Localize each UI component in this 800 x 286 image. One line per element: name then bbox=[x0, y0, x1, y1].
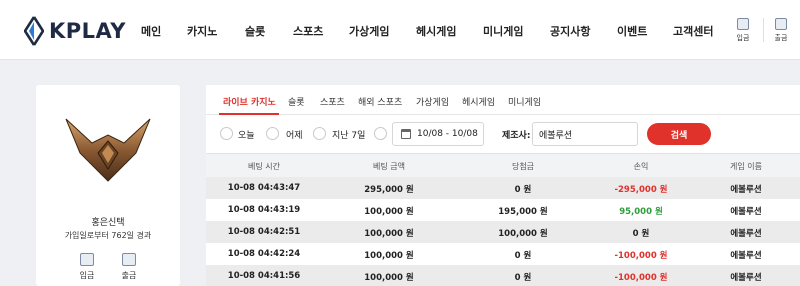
table-header: 베팅 시간 베팅 금액 당첨금 손익 게임 이름 bbox=[206, 153, 800, 177]
cell-bet-time: 10-08 04:43:47 bbox=[227, 183, 301, 193]
cell-game-name: 에볼루션 bbox=[730, 185, 762, 195]
nav-item-casino[interactable]: 카지노 bbox=[187, 23, 217, 39]
profile-withdraw-button[interactable]: 출금 bbox=[116, 253, 142, 281]
cell-profit-loss: 95,000 원 bbox=[619, 207, 663, 217]
cell-winnings: 0 원 bbox=[514, 185, 532, 195]
radio-yesterday-label: 어제 bbox=[286, 131, 303, 141]
date-range-value: 10/08 - 10/08 bbox=[417, 129, 478, 139]
wallet-icon bbox=[737, 18, 749, 30]
table-row: 10-08 04:43:19 100,000 원 195,000 원 95,00… bbox=[206, 199, 800, 221]
nav-item-event[interactable]: 이벤트 bbox=[617, 23, 647, 39]
tab-live-casino[interactable]: 라이브 카지노 bbox=[223, 95, 276, 108]
profile-deposit-label: 입금 bbox=[79, 271, 95, 280]
tab-hash[interactable]: 헤시게임 bbox=[462, 95, 495, 108]
radio-today[interactable] bbox=[220, 127, 233, 140]
table-row: 10-08 04:41:56 100,000 원 0 원 -100,000 원 … bbox=[206, 265, 800, 286]
bet-history-table: 베팅 시간 베팅 금액 당첨금 손익 게임 이름 10-08 04:43:47 … bbox=[206, 153, 800, 286]
radio-yesterday[interactable] bbox=[266, 127, 279, 140]
filter-bar: 오늘 어제 지난 7일 10/08 - 10/08 제조사: 검색 bbox=[206, 115, 800, 153]
cell-profit-loss: -100,000 원 bbox=[614, 251, 668, 261]
cell-bet-amount: 100,000 원 bbox=[364, 207, 414, 217]
table-row: 10-08 04:42:24 100,000 원 0 원 -100,000 원 … bbox=[206, 243, 800, 265]
header-withdraw-button[interactable]: 출금 bbox=[768, 18, 794, 43]
profile-nickname: 홍은신택 bbox=[91, 218, 125, 228]
nav-item-mini[interactable]: 미니게임 bbox=[483, 23, 523, 39]
tab-overseas-sports[interactable]: 해외 스포츠 bbox=[358, 95, 402, 108]
nav-item-notice[interactable]: 공지사항 bbox=[550, 23, 590, 39]
nav-item-virtual[interactable]: 가상게임 bbox=[349, 23, 389, 39]
cell-profit-loss: -295,000 원 bbox=[614, 185, 668, 195]
date-range-picker[interactable]: 10/08 - 10/08 bbox=[392, 122, 484, 146]
search-button[interactable]: 검색 bbox=[647, 123, 711, 145]
cell-game-name: 에볼루션 bbox=[730, 273, 762, 283]
cell-bet-time: 10-08 04:42:24 bbox=[227, 249, 301, 259]
table-row: 10-08 04:43:47 295,000 원 0 원 -295,000 원 … bbox=[206, 177, 800, 199]
top-header: KPLAY 메인 카지노 슬롯 스포츠 가상게임 헤시게임 미니게임 공지사항 … bbox=[0, 0, 800, 60]
site-logo[interactable]: KPLAY bbox=[24, 16, 126, 46]
col-bet-time: 베팅 시간 bbox=[248, 162, 280, 171]
cell-winnings: 0 원 bbox=[514, 251, 532, 261]
cell-bet-amount: 100,000 원 bbox=[364, 229, 414, 239]
tab-mini[interactable]: 미니게임 bbox=[508, 95, 541, 108]
profile-joined-days: 가입일로부터 762일 경과 bbox=[64, 231, 152, 240]
cell-bet-time: 10-08 04:42:51 bbox=[227, 227, 301, 237]
nav-item-slot[interactable]: 슬롯 bbox=[245, 23, 265, 39]
nav-item-hash[interactable]: 헤시게임 bbox=[416, 23, 456, 39]
header-divider bbox=[763, 18, 764, 42]
profile-withdraw-label: 출금 bbox=[121, 271, 137, 280]
cell-winnings: 100,000 원 bbox=[498, 229, 548, 239]
cell-bet-amount: 100,000 원 bbox=[364, 251, 414, 261]
nav-item-support[interactable]: 고객센터 bbox=[673, 23, 713, 39]
table-row: 10-08 04:42:51 100,000 원 100,000 원 0 원 에… bbox=[206, 221, 800, 243]
game-category-tabs: 라이브 카지노 슬롯 스포츠 해외 스포츠 가상게임 헤시게임 미니게임 bbox=[206, 85, 800, 115]
vendor-input[interactable] bbox=[532, 122, 638, 146]
cell-winnings: 195,000 원 bbox=[498, 207, 548, 217]
wallet-icon bbox=[775, 18, 787, 30]
col-profit-loss: 손익 bbox=[633, 162, 649, 171]
cell-game-name: 에볼루션 bbox=[730, 207, 762, 217]
profile-card: 홍은신택 가입일로부터 762일 경과 입금 출금 bbox=[36, 85, 180, 286]
nav-item-sports[interactable]: 스포츠 bbox=[293, 23, 323, 39]
vendor-label: 제조사: bbox=[502, 131, 531, 141]
cell-bet-time: 10-08 04:43:19 bbox=[227, 205, 301, 215]
radio-last-7-days[interactable] bbox=[313, 127, 326, 140]
wallet-icon bbox=[122, 253, 136, 266]
col-game-name: 게임 이름 bbox=[730, 162, 762, 171]
col-winnings: 당첨금 bbox=[511, 162, 535, 171]
logo-text: KPLAY bbox=[49, 19, 126, 43]
col-bet-amount: 베팅 금액 bbox=[373, 162, 405, 171]
radio-custom-range[interactable] bbox=[374, 127, 387, 140]
cell-bet-time: 10-08 04:41:56 bbox=[227, 271, 301, 281]
cell-bet-amount: 295,000 원 bbox=[364, 185, 414, 195]
cell-winnings: 0 원 bbox=[514, 273, 532, 283]
tab-sports[interactable]: 스포츠 bbox=[320, 95, 345, 108]
cell-profit-loss: 0 원 bbox=[632, 229, 650, 239]
profile-deposit-button[interactable]: 입금 bbox=[74, 253, 100, 281]
calendar-icon bbox=[401, 129, 411, 139]
nav-item-main[interactable]: 메인 bbox=[141, 23, 161, 39]
cell-game-name: 에볼루션 bbox=[730, 251, 762, 261]
cell-game-name: 에볼루션 bbox=[730, 229, 762, 239]
cell-bet-amount: 100,000 원 bbox=[364, 273, 414, 283]
rank-emblem-icon bbox=[65, 118, 151, 182]
logo-mark-icon bbox=[24, 16, 44, 46]
header-withdraw-label: 출금 bbox=[774, 34, 788, 42]
radio-today-label: 오늘 bbox=[238, 131, 255, 141]
tab-slot[interactable]: 슬롯 bbox=[288, 95, 305, 108]
tab-virtual[interactable]: 가상게임 bbox=[416, 95, 449, 108]
cell-profit-loss: -100,000 원 bbox=[614, 273, 668, 283]
wallet-icon bbox=[80, 253, 94, 266]
radio-last-7-days-label: 지난 7일 bbox=[332, 131, 366, 141]
header-deposit-button[interactable]: 입금 bbox=[730, 18, 756, 43]
header-deposit-label: 입금 bbox=[736, 34, 750, 42]
bet-history-panel: 라이브 카지노 슬롯 스포츠 해외 스포츠 가상게임 헤시게임 미니게임 오늘 … bbox=[206, 85, 800, 286]
